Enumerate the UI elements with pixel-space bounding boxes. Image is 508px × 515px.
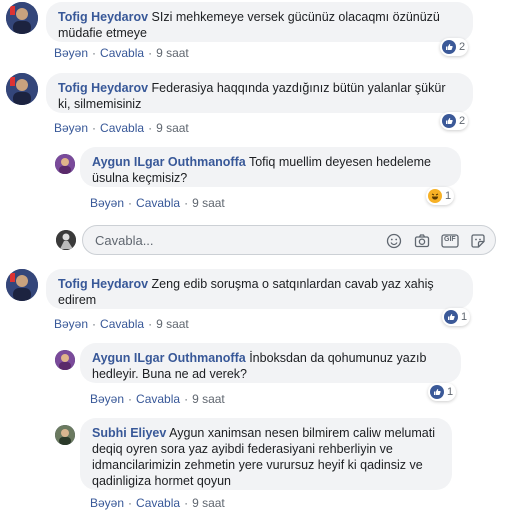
reply-button[interactable]: Cavabla — [136, 392, 180, 406]
comment-text: idmancilarimizin zehmetin yere vurursuz … — [92, 458, 423, 472]
comment-text: qadinligiza hormet qoyun — [92, 474, 231, 488]
reaction-count[interactable]: 1 — [426, 187, 455, 205]
haha-icon — [428, 189, 442, 203]
comment-text: müdafie etmeye — [58, 26, 147, 40]
like-icon — [442, 114, 456, 128]
like-icon — [444, 310, 458, 324]
comment-time[interactable]: 9 saat — [192, 392, 225, 406]
avatar-image — [6, 73, 38, 105]
comment-actions: Bəyən · Cavabla · 9 saat — [54, 46, 189, 60]
comment-bubble: Subhi Eliyev Aygun xanimsan nesen bilmir… — [80, 418, 452, 490]
reaction-number: 2 — [459, 41, 466, 53]
reaction-count[interactable]: 1 — [428, 383, 457, 401]
avatar-image — [6, 269, 38, 301]
comment-time[interactable]: 9 saat — [192, 196, 225, 210]
like-icon — [442, 40, 456, 54]
like-button[interactable]: Bəyən — [54, 121, 88, 135]
comment-actions: Bəyən · Cavabla · 9 saat — [90, 392, 225, 406]
avatar-image — [55, 425, 75, 445]
comment-text: deqiq oyren sora yaz ayibdi federasiyani… — [92, 442, 393, 456]
comment-text: SIzi mehkemeye versek gücünüz olacaqmı ö… — [151, 10, 440, 24]
avatar-image — [56, 230, 76, 250]
comment-time[interactable]: 9 saat — [192, 496, 225, 510]
avatar[interactable] — [55, 350, 75, 370]
reaction-number: 2 — [459, 115, 466, 127]
comment-time[interactable]: 9 saat — [156, 121, 189, 135]
comment-time[interactable]: 9 saat — [156, 46, 189, 60]
comment-text: ki, silmemisiniz — [58, 97, 142, 111]
reaction-count[interactable]: 2 — [440, 38, 469, 56]
avatar-image — [55, 154, 75, 174]
comment-text: Zeng edib soruşma o satqınlardan cavab y… — [151, 277, 434, 291]
comment-bubble: Tofig Heydarov SIzi mehkemeye versek güc… — [46, 2, 473, 42]
comment-author[interactable]: Tofig Heydarov — [58, 10, 148, 24]
avatar[interactable] — [55, 425, 75, 445]
like-button[interactable]: Bəyən — [54, 317, 88, 331]
comment-bubble: Tofig Heydarov Federasiya haqqında yazdı… — [46, 73, 473, 113]
reply-button[interactable]: Cavabla — [100, 121, 144, 135]
reaction-count[interactable]: 1 — [442, 308, 471, 326]
comment-bubble: Tofig Heydarov Zeng edib soruşma o satqı… — [46, 269, 473, 309]
comment-bubble: Aygun ILgar Outhmanoffa Tofiq muellim de… — [80, 147, 461, 187]
reply-button[interactable]: Cavabla — [100, 46, 144, 60]
comment-text: Aygun xanimsan nesen bilmirem caliw melu… — [169, 426, 435, 440]
emoji-icon[interactable] — [385, 232, 403, 250]
like-button[interactable]: Bəyən — [90, 196, 124, 210]
like-button[interactable]: Bəyən — [90, 392, 124, 406]
comment-text: İnboksdan da qohumunuz yazıb — [249, 351, 427, 365]
avatar[interactable] — [6, 269, 38, 301]
comment-author[interactable]: Aygun ILgar Outhmanoffa — [92, 351, 246, 365]
avatar[interactable] — [6, 73, 38, 105]
sticker-icon[interactable] — [469, 232, 487, 250]
reply-box[interactable]: GIF — [82, 225, 496, 255]
gif-label: GIF — [444, 236, 456, 243]
comment-author[interactable]: Tofig Heydarov — [58, 81, 148, 95]
like-button[interactable]: Bəyən — [90, 496, 124, 510]
comment-actions: Bəyən · Cavabla · 9 saat — [90, 196, 225, 210]
comment-text: hedleyir. Buna ne ad verek? — [92, 367, 247, 381]
avatar-image — [6, 2, 38, 34]
camera-icon[interactable] — [413, 232, 431, 250]
avatar-image — [55, 350, 75, 370]
comment-bubble: Aygun ILgar Outhmanoffa İnboksdan da qoh… — [80, 343, 461, 383]
comment-author[interactable]: Subhi Eliyev — [92, 426, 166, 440]
comment-text: Federasiya haqqında yazdığınız bütün yal… — [151, 81, 446, 95]
reply-button[interactable]: Cavabla — [136, 196, 180, 210]
reply-button[interactable]: Cavabla — [100, 317, 144, 331]
reply-button[interactable]: Cavabla — [136, 496, 180, 510]
current-user-avatar — [56, 230, 76, 250]
comment-text: edirem — [58, 293, 97, 307]
comment-time[interactable]: 9 saat — [156, 317, 189, 331]
comment-author[interactable]: Aygun ILgar Outhmanoffa — [92, 155, 246, 169]
like-button[interactable]: Bəyən — [54, 46, 88, 60]
reaction-number: 1 — [445, 190, 452, 202]
comment-actions: Bəyən · Cavabla · 9 saat — [90, 496, 225, 510]
avatar[interactable] — [6, 2, 38, 34]
like-icon — [430, 385, 444, 399]
comment-author[interactable]: Tofig Heydarov — [58, 277, 148, 291]
comment-text: üsulna keçmisiz? — [92, 171, 188, 185]
reply-input[interactable] — [93, 232, 377, 249]
reaction-count[interactable]: 2 — [440, 112, 469, 130]
comment-text: Tofiq muellim deyesen hedeleme — [248, 155, 431, 169]
comment-actions: Bəyən · Cavabla · 9 saat — [54, 317, 189, 331]
comment-actions: Bəyən · Cavabla · 9 saat — [54, 121, 189, 135]
reaction-number: 1 — [461, 311, 468, 323]
reaction-number: 1 — [447, 386, 454, 398]
avatar[interactable] — [55, 154, 75, 174]
gif-icon[interactable]: GIF — [441, 232, 459, 250]
